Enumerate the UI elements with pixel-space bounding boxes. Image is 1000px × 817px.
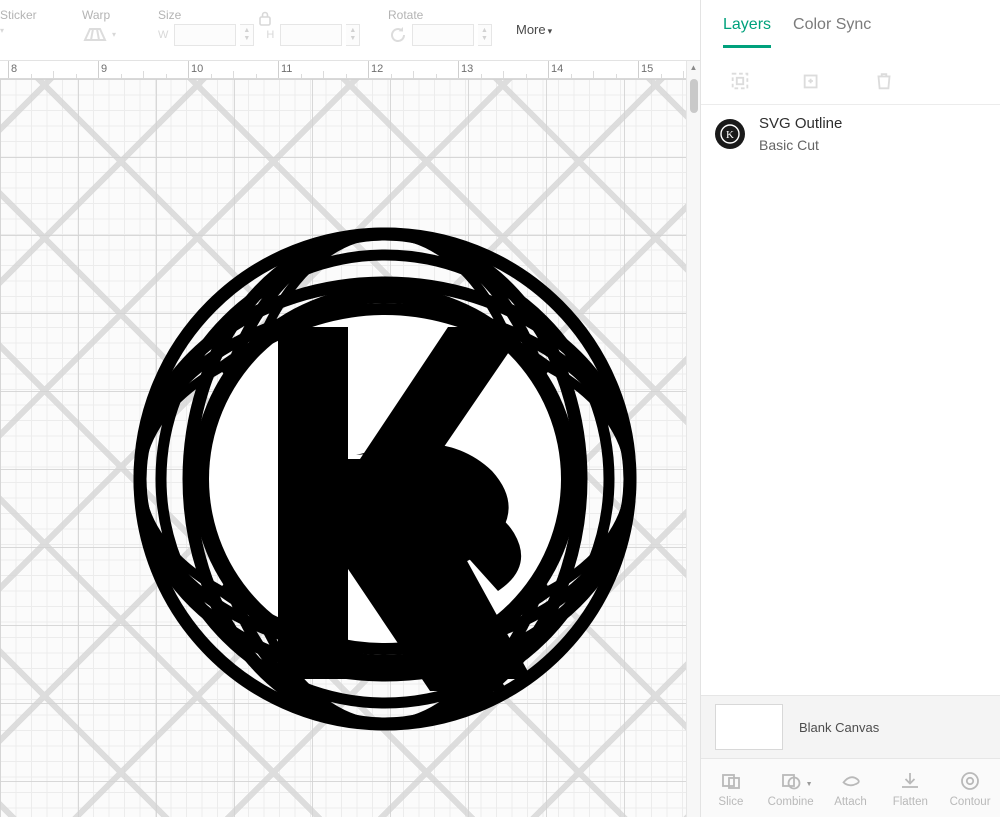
flatten-label: Flatten	[893, 796, 928, 808]
edit-toolbar: Sticker ▾ Warp ▾ Size	[0, 0, 700, 61]
size-label: Size	[158, 8, 181, 22]
toolbar-group-sticker: Sticker ▾	[0, 0, 70, 61]
cricut-design-space-window: Sticker ▾ Warp ▾ Size	[0, 0, 1000, 817]
slice-button[interactable]: Slice	[701, 769, 761, 808]
warp-label: Warp	[82, 8, 110, 22]
ruler-minor-tick	[683, 71, 684, 79]
ruler-tick-label: 12	[371, 63, 383, 75]
layer-thumb-glyph: K	[726, 129, 734, 141]
height-input[interactable]	[280, 24, 342, 46]
width-icon: W	[158, 29, 168, 41]
tab-layers[interactable]: Layers	[723, 16, 771, 48]
ruler-minor-tick	[503, 71, 504, 79]
contour-button[interactable]: Contour	[940, 769, 1000, 808]
ruler-tick	[368, 61, 369, 79]
ruler-tick	[98, 61, 99, 79]
ruler-tick-label: 14	[551, 63, 563, 75]
flatten-button[interactable]: Flatten	[880, 769, 940, 808]
layer-subtitle: Basic Cut	[759, 137, 842, 153]
layer-list-item[interactable]: K SVG Outline Basic Cut	[701, 105, 1000, 167]
canvas-label: Blank Canvas	[799, 720, 879, 735]
combine-label: Combine	[768, 796, 814, 808]
horizontal-ruler: 8 9 10 11 12 13 14 15	[0, 61, 700, 79]
more-label: More	[516, 22, 546, 37]
panel-spacer	[701, 167, 1000, 695]
ruler-minor-tick	[413, 71, 414, 79]
design-canvas[interactable]	[0, 79, 700, 817]
combine-icon	[779, 769, 803, 793]
ruler-tick	[638, 61, 639, 79]
rotate-stepper[interactable]: ▲▼	[478, 24, 492, 46]
ruler-tick	[458, 61, 459, 79]
ruler-tick	[8, 61, 9, 79]
ruler-tick-label: 8	[11, 63, 17, 75]
sticker-label: Sticker	[0, 8, 37, 22]
ruler-minor-tick	[143, 71, 144, 79]
slice-label: Slice	[718, 796, 743, 808]
toolbar-lock-aspect[interactable]	[258, 0, 282, 61]
ruler-tick-label: 9	[101, 63, 107, 75]
canvas-pane: Sticker ▾ Warp ▾ Size	[0, 0, 700, 817]
ruler-tick-label: 15	[641, 63, 653, 75]
flatten-icon	[898, 769, 922, 793]
attach-icon	[838, 769, 862, 793]
chevron-down-icon: ▾	[548, 26, 553, 36]
contour-icon	[958, 769, 982, 793]
toolbar-group-rotate: Rotate ▲▼	[388, 0, 498, 61]
rotate-label: Rotate	[388, 8, 423, 22]
sticker-chevron-icon[interactable]: ▾	[0, 26, 4, 35]
attach-label: Attach	[834, 796, 867, 808]
ruler-tick-label: 10	[191, 63, 203, 75]
delete-layer-icon[interactable]	[873, 70, 895, 92]
slice-icon	[719, 769, 743, 793]
ruler-tick	[278, 61, 279, 79]
group-layers-icon[interactable]	[729, 70, 751, 92]
layer-title: SVG Outline	[759, 115, 842, 132]
ruler-minor-tick	[53, 71, 54, 79]
ruler-minor-tick	[593, 71, 594, 79]
combine-button[interactable]: Combine ▼	[761, 769, 821, 808]
rotate-icon[interactable]	[388, 25, 408, 45]
layer-action-bar	[701, 56, 1000, 105]
layer-text-block: SVG Outline Basic Cut	[759, 115, 842, 153]
canvas-thumbnail[interactable]	[715, 704, 783, 750]
right-panel: Layers Color Sync K	[700, 0, 1000, 817]
scroll-thumb[interactable]	[690, 79, 698, 113]
contour-label: Contour	[950, 796, 991, 808]
width-input[interactable]	[174, 24, 236, 46]
tab-color-sync[interactable]: Color Sync	[793, 16, 871, 48]
more-button[interactable]: More▾	[516, 22, 552, 37]
combine-chevron-down-icon[interactable]: ▼	[806, 781, 813, 788]
lock-icon[interactable]	[258, 10, 272, 28]
panel-tab-bar: Layers Color Sync	[701, 0, 1000, 56]
ruler-tick-label: 13	[461, 63, 473, 75]
canvas-vertical-scrollbar[interactable]: ▲	[686, 61, 700, 817]
rotate-input[interactable]	[412, 24, 474, 46]
warp-chevron-icon[interactable]: ▾	[112, 30, 116, 39]
ruler-tick	[548, 61, 549, 79]
layer-thumbnail[interactable]: K	[715, 119, 745, 149]
toolbar-group-warp: Warp ▾	[82, 0, 162, 61]
ruler-tick-label: 11	[281, 63, 292, 75]
attach-button[interactable]: Attach	[821, 769, 881, 808]
ruler-minor-tick	[233, 71, 234, 79]
width-stepper[interactable]: ▲▼	[240, 24, 254, 46]
duplicate-layer-icon[interactable]	[801, 70, 823, 92]
ruler-minor-tick	[323, 71, 324, 79]
ruler-tick	[188, 61, 189, 79]
scroll-up-arrow[interactable]: ▲	[687, 61, 700, 75]
height-stepper[interactable]: ▲▼	[346, 24, 360, 46]
svg-outline-artwork[interactable]	[130, 199, 640, 759]
canvas-layer-row[interactable]: Blank Canvas	[701, 695, 1000, 758]
layer-thumbnail-artwork-icon: K	[719, 123, 741, 145]
warp-icon[interactable]	[82, 24, 108, 44]
layer-operations-bar: Slice Combine ▼ Attach	[701, 758, 1000, 817]
